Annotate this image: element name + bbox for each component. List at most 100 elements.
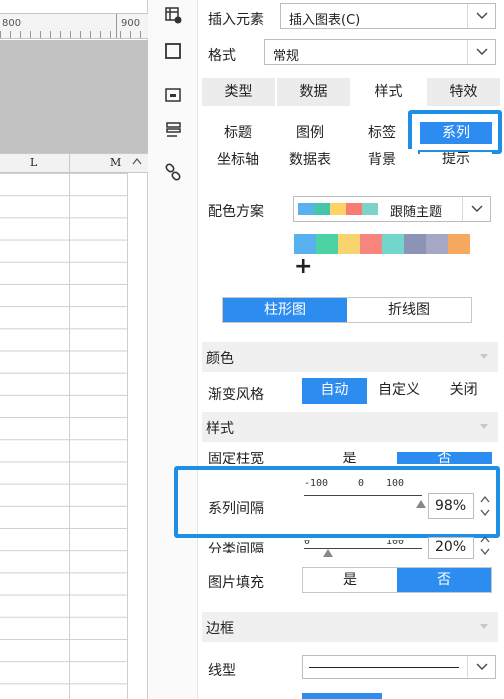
ruler-divider (116, 14, 117, 38)
palette-color-swatch[interactable] (426, 234, 448, 254)
gradient-style-label: 渐变风格 (208, 387, 264, 403)
color-scheme-select[interactable]: 跟随主题 (293, 196, 491, 222)
scheme-preview-swatch (298, 203, 314, 215)
category-gap-tick-max: 100 (386, 540, 405, 547)
line-type-select[interactable] (302, 655, 496, 679)
gradient-auto[interactable]: 自动 (302, 378, 367, 404)
format-value: 常规 (273, 49, 300, 64)
spinner-arrows-icon[interactable] (477, 534, 493, 558)
color-scheme-label: 配色方案 (208, 204, 264, 220)
collapse-triangle-icon (480, 624, 488, 629)
color-palette[interactable] (294, 234, 470, 254)
line-style-preview (309, 667, 459, 668)
image-fill-yes[interactable]: 是 (303, 568, 397, 592)
subtab-background[interactable]: 背景 (346, 149, 418, 171)
next-control-peek (302, 693, 382, 699)
collapse-triangle-icon (480, 424, 488, 429)
border-square-icon[interactable] (161, 39, 185, 63)
report-canvas-gray (0, 40, 148, 153)
format-label: 格式 (208, 48, 236, 64)
fixed-width-row: 固定柱宽 是 否 (198, 452, 504, 464)
palette-color-swatch[interactable] (294, 234, 316, 254)
palette-color-swatch[interactable] (404, 234, 426, 254)
column-header: L M (0, 153, 148, 173)
color-section-header[interactable]: 颜色 (202, 342, 498, 372)
horizontal-ruler: 800 900 (0, 13, 148, 39)
palette-color-swatch[interactable] (338, 234, 360, 254)
subtab-datatable[interactable]: 数据表 (274, 149, 346, 171)
column-divider (69, 154, 70, 172)
column-header-m[interactable]: M (110, 156, 121, 169)
line-type-label: 线型 (208, 663, 236, 679)
tab-data[interactable]: 数据 (277, 78, 352, 106)
insert-chart-value: 插入图表(C) (289, 13, 361, 28)
subtab-axis[interactable]: 坐标轴 (202, 149, 274, 171)
palette-color-swatch[interactable] (316, 234, 338, 254)
image-fill-label: 图片填充 (208, 575, 264, 591)
style-section-header[interactable]: 样式 (202, 412, 498, 442)
image-fill-toggle: 是 否 (302, 567, 492, 593)
category-gap-input[interactable]: 20% (428, 535, 490, 559)
subtab-legend[interactable]: 图例 (274, 122, 346, 144)
scheme-preview-swatch (330, 203, 346, 215)
column-header-l[interactable]: L (30, 156, 37, 169)
ruler-label-right: 900 (121, 18, 141, 29)
fixed-width-toggle: 是 否 (302, 452, 492, 464)
spreadsheet-area: 800 900 L M (0, 0, 148, 699)
category-gap-tick-min: 0 (304, 540, 311, 547)
color-scheme-value: 跟随主题 (390, 205, 443, 220)
scheme-preview-swatch (362, 203, 378, 215)
subtab-tooltip[interactable]: 提示 (420, 152, 492, 168)
collapse-triangle-icon (480, 354, 488, 359)
widget-panel-icon[interactable] (161, 83, 185, 107)
scroll-up-arrow-icon[interactable] (130, 152, 144, 172)
palette-color-swatch[interactable] (382, 234, 404, 254)
scheme-preview-swatch (314, 203, 330, 215)
gradient-custom[interactable]: 自定义 (366, 378, 432, 404)
chevron-down-icon (467, 4, 495, 28)
chart-kind-line[interactable]: 折线图 (347, 298, 471, 322)
border-section-header[interactable]: 边框 (202, 612, 498, 642)
chevron-down-icon (467, 656, 495, 678)
style-section-title: 样式 (206, 421, 234, 437)
cell-element-icon[interactable] (161, 3, 185, 27)
series-gap-highlight-box (174, 466, 500, 538)
ruler-label-left: 800 (2, 18, 22, 29)
chart-kind-toggle: 柱形图 折线图 (222, 297, 472, 323)
condition-attribute-icon[interactable] (161, 118, 185, 142)
chart-kind-bar[interactable]: 柱形图 (223, 298, 347, 322)
border-section-title: 边框 (206, 621, 234, 637)
category-gap-thumb[interactable] (322, 549, 333, 557)
app-root: 800 900 L M 插入元素 插入图表(C) 格式 常规 类型 数据 样式 … (0, 0, 504, 699)
color-scheme-preview (298, 203, 378, 215)
tab-type[interactable]: 类型 (202, 78, 277, 106)
tab-style[interactable]: 样式 (352, 78, 427, 106)
insert-chart-select[interactable]: 插入图表(C) (280, 3, 496, 29)
add-color-icon[interactable]: + (294, 256, 312, 278)
category-gap-slider[interactable]: 0 100 (304, 540, 422, 560)
subtab-title[interactable]: 标题 (202, 122, 274, 144)
format-select[interactable]: 常规 (264, 39, 496, 65)
ruler-ticks (0, 31, 148, 38)
chevron-down-icon (462, 197, 490, 221)
cell-grid[interactable] (0, 173, 128, 699)
gradient-off[interactable]: 关闭 (431, 378, 497, 404)
image-fill-no[interactable]: 否 (397, 568, 491, 592)
palette-color-swatch[interactable] (448, 234, 470, 254)
fixed-width-yes[interactable]: 是 (302, 452, 397, 464)
hyperlink-icon[interactable] (161, 160, 185, 184)
scheme-preview-swatch (346, 203, 362, 215)
color-section-title: 颜色 (206, 351, 234, 367)
insert-element-label: 插入元素 (208, 12, 264, 28)
category-gap-value: 20% (435, 539, 467, 555)
tab-effect[interactable]: 特效 (427, 78, 502, 106)
chart-property-panel: 插入元素 插入图表(C) 格式 常规 类型 数据 样式 特效 标题 图例 标签 … (174, 0, 504, 699)
side-icon-toolbar (148, 0, 198, 699)
fixed-width-label: 固定柱宽 (208, 452, 264, 464)
fixed-width-no[interactable]: 否 (397, 452, 492, 464)
chevron-down-icon (467, 40, 495, 64)
gradient-style-toggle: 自动 自定义 关闭 (302, 378, 497, 404)
main-tabs: 类型 数据 样式 特效 (202, 78, 502, 106)
palette-color-swatch[interactable] (360, 234, 382, 254)
category-gap-label: 分类间隔 (208, 542, 264, 553)
